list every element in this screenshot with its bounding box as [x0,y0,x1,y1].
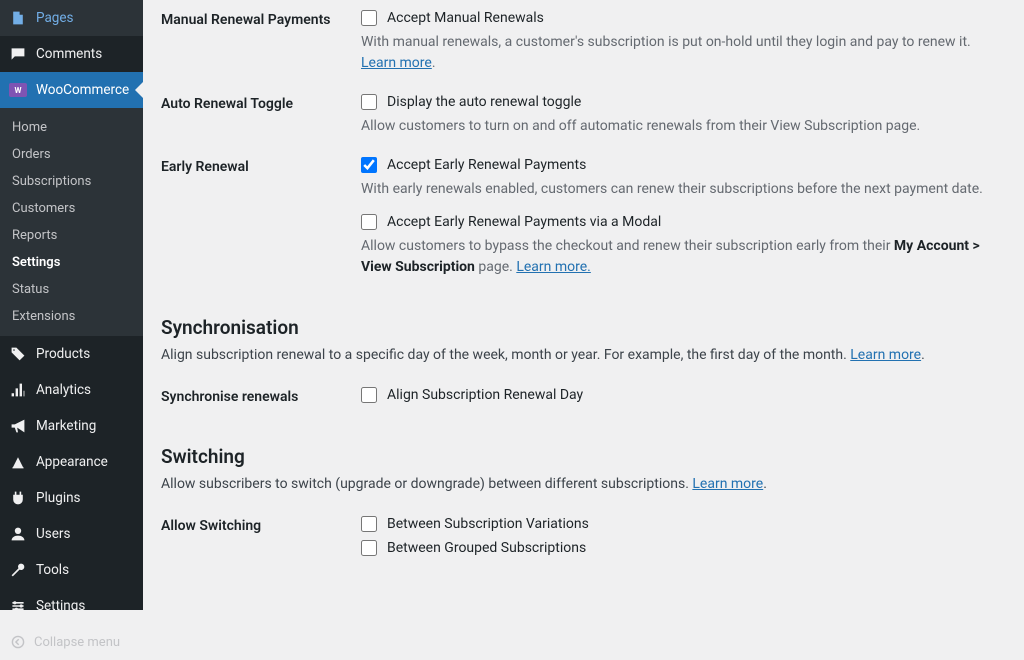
early-renewal-description: With early renewals enabled, customers c… [361,179,994,200]
sidebar-item-label: Users [36,526,70,542]
sidebar-item-products[interactable]: Products [0,336,143,372]
sidebar-item-marketing[interactable]: Marketing [0,408,143,444]
sidebar-item-pages[interactable]: Pages [0,0,143,36]
sidebar-item-appearance[interactable]: Appearance [0,444,143,480]
synchronisation-title: Synchronisation [161,316,1004,339]
sub-item-extensions[interactable]: Extensions [0,303,143,330]
early-renewal-learn-more-link[interactable]: Learn more. [516,259,591,275]
early-renewal-heading: Early Renewal [161,147,361,288]
manual-renewal-heading: Manual Renewal Payments [161,0,361,84]
synchronise-renewals-heading: Synchronise renewals [161,377,361,417]
users-icon [8,524,28,544]
sidebar-item-users[interactable]: Users [0,516,143,552]
auto-renewal-heading: Auto Renewal Toggle [161,84,361,147]
synchronisation-description: Align subscription renewal to a specific… [161,347,1004,363]
sidebar-item-label: WooCommerce [36,82,129,98]
accept-early-renewal-label[interactable]: Accept Early Renewal Payments [387,157,586,173]
sidebar-item-label: Settings [36,598,85,614]
sidebar-item-label: Analytics [36,382,91,398]
sidebar-item-label: Plugins [36,490,81,506]
between-variations-label[interactable]: Between Subscription Variations [387,516,589,532]
auto-renewal-toggle-label[interactable]: Display the auto renewal toggle [387,94,581,110]
accept-manual-renewals-label[interactable]: Accept Manual Renewals [387,10,544,26]
sidebar-item-analytics[interactable]: Analytics [0,372,143,408]
sidebar-item-label: Products [36,346,90,362]
collapse-icon [8,632,28,652]
woocommerce-submenu: Home Orders Subscriptions Customers Repo… [0,108,143,336]
appearance-icon [8,452,28,472]
products-icon [8,344,28,364]
woocommerce-icon: W [8,80,28,100]
between-variations-checkbox[interactable] [361,516,377,532]
collapse-menu[interactable]: Collapse menu [0,624,143,660]
allow-switching-heading: Allow Switching [161,506,361,570]
pages-icon [8,8,28,28]
sidebar-item-woocommerce[interactable]: W WooCommerce [0,72,143,108]
sub-item-subscriptions[interactable]: Subscriptions [0,168,143,195]
between-grouped-label[interactable]: Between Grouped Subscriptions [387,540,586,556]
sidebar-item-label: Comments [36,46,102,62]
accept-early-renewal-checkbox[interactable] [361,157,377,173]
sidebar-item-label: Marketing [36,418,96,434]
settings-content: Manual Renewal Payments Accept Manual Re… [143,0,1024,610]
plugins-icon [8,488,28,508]
align-renewal-day-label[interactable]: Align Subscription Renewal Day [387,387,583,403]
sidebar-item-label: Appearance [36,454,108,470]
sidebar-item-plugins[interactable]: Plugins [0,480,143,516]
early-renewal-modal-description: Allow customers to bypass the checkout a… [361,236,994,278]
sync-learn-more-link[interactable]: Learn more [850,347,921,363]
accept-early-renewal-modal-label[interactable]: Accept Early Renewal Payments via a Moda… [387,214,661,230]
sub-item-home[interactable]: Home [0,114,143,141]
sidebar-item-label: Tools [36,562,69,578]
switching-description: Allow subscribers to switch (upgrade or … [161,476,1004,492]
sidebar-item-settings[interactable]: Settings [0,588,143,624]
sidebar-item-label: Pages [36,10,74,26]
comments-icon [8,44,28,64]
sub-item-status[interactable]: Status [0,276,143,303]
manual-renewal-learn-more-link[interactable]: Learn more [361,55,432,71]
settings-icon [8,596,28,616]
accept-manual-renewals-checkbox[interactable] [361,10,377,26]
between-grouped-checkbox[interactable] [361,540,377,556]
sidebar-item-comments[interactable]: Comments [0,36,143,72]
sidebar-item-tools[interactable]: Tools [0,552,143,588]
analytics-icon [8,380,28,400]
tools-icon [8,560,28,580]
sub-item-reports[interactable]: Reports [0,222,143,249]
switching-learn-more-link[interactable]: Learn more [692,476,763,492]
auto-renewal-description: Allow customers to turn on and off autom… [361,116,994,137]
manual-renewal-description: With manual renewals, a customer's subsc… [361,32,994,74]
collapse-label: Collapse menu [34,635,120,650]
sub-item-customers[interactable]: Customers [0,195,143,222]
align-renewal-day-checkbox[interactable] [361,387,377,403]
auto-renewal-toggle-checkbox[interactable] [361,94,377,110]
switching-title: Switching [161,445,1004,468]
sub-item-settings[interactable]: Settings [0,249,143,276]
admin-sidebar: Pages Comments W WooCommerce Home Orders… [0,0,143,610]
accept-early-renewal-modal-checkbox[interactable] [361,214,377,230]
sub-item-orders[interactable]: Orders [0,141,143,168]
marketing-icon [8,416,28,436]
